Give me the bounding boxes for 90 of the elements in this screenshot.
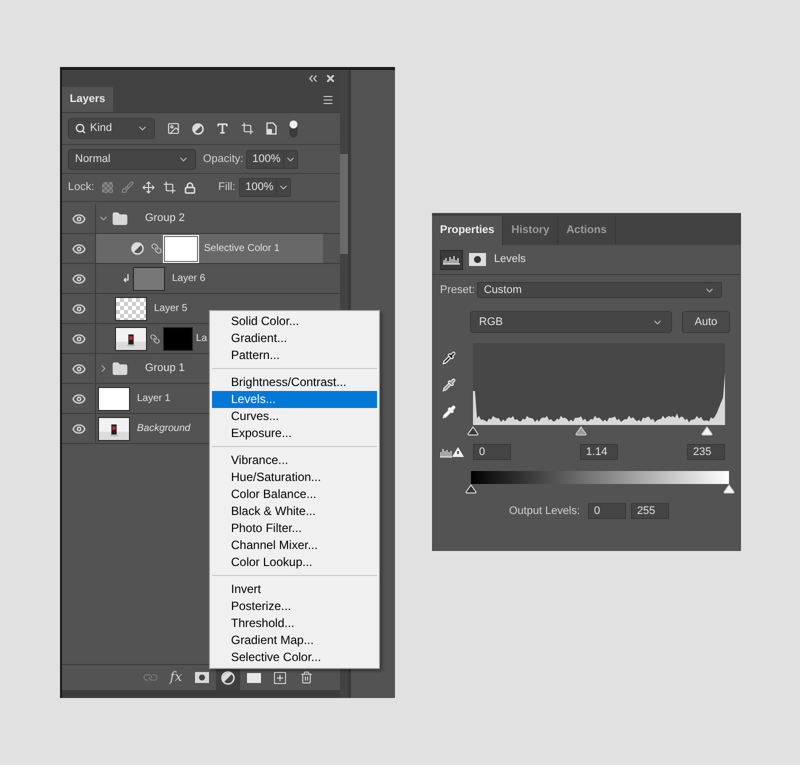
opacity-field[interactable]: 100% bbox=[246, 150, 298, 168]
layer-row[interactable]: Layer 6 bbox=[62, 264, 340, 294]
mask-icon bbox=[195, 672, 209, 683]
folder-icon bbox=[112, 360, 128, 376]
slider-handle[interactable] bbox=[723, 484, 735, 494]
slider-handle[interactable] bbox=[575, 426, 588, 436]
mask-thumbnail bbox=[163, 326, 193, 350]
fill-label: Fill: bbox=[218, 180, 236, 196]
preset-dropdown[interactable]: Custom bbox=[476, 282, 722, 298]
visibility-eye-icon[interactable] bbox=[72, 272, 86, 286]
adjustment-title: Levels bbox=[494, 252, 526, 268]
eyedropper-icon[interactable] bbox=[442, 351, 456, 365]
visibility-eye-icon[interactable] bbox=[72, 302, 86, 316]
rectangle-icon bbox=[247, 672, 261, 682]
channel-dropdown[interactable]: RGB bbox=[470, 311, 672, 333]
filter-toggle-icon[interactable] bbox=[289, 120, 298, 138]
layer-name: Layer 1 bbox=[137, 392, 170, 406]
type-filter-icon[interactable] bbox=[216, 122, 229, 135]
layer-style-button[interactable]: fx bbox=[164, 666, 188, 690]
visibility-eye-icon[interactable] bbox=[72, 422, 86, 436]
chain-link-icon bbox=[150, 334, 160, 344]
opacity-label: Opacity: bbox=[203, 152, 244, 167]
input-level-field[interactable]: 235 bbox=[687, 444, 725, 460]
scrollbar-thumb[interactable] bbox=[340, 154, 348, 254]
folder-icon bbox=[112, 210, 128, 226]
eyedropper-icon[interactable] bbox=[442, 378, 456, 392]
panel-menu-icon[interactable] bbox=[322, 94, 334, 106]
input-level-field[interactable]: 0 bbox=[473, 444, 511, 460]
adjustment-filter-icon[interactable] bbox=[192, 122, 204, 134]
clipping-warning-icon[interactable] bbox=[440, 446, 465, 458]
menu-item[interactable]: Invert bbox=[212, 581, 377, 598]
input-level-field[interactable]: 1.14 bbox=[580, 444, 618, 460]
close-icon[interactable] bbox=[327, 75, 334, 82]
lock-icon[interactable] bbox=[184, 182, 196, 194]
menu-item[interactable]: Color Lookup... bbox=[212, 554, 377, 571]
menu-item[interactable]: Threshold... bbox=[212, 615, 377, 632]
layer-name: Layer 6 bbox=[172, 272, 206, 286]
half-circle-icon bbox=[221, 670, 235, 684]
panel-tab[interactable]: Layers bbox=[62, 87, 113, 112]
trash-icon bbox=[300, 671, 312, 684]
output-levels-label: Output Levels: bbox=[509, 504, 580, 519]
collapse-icon[interactable] bbox=[309, 75, 317, 82]
layer-name: La bbox=[196, 332, 208, 346]
menu-item[interactable]: Channel Mixer... bbox=[212, 537, 377, 554]
eyedropper-icon[interactable] bbox=[442, 405, 456, 419]
adjustment-icon bbox=[131, 242, 144, 255]
panel-tab[interactable]: Actions bbox=[558, 216, 616, 245]
panel-tab[interactable]: History bbox=[503, 216, 558, 245]
output-level-field[interactable]: 255 bbox=[630, 503, 669, 520]
auto-button[interactable]: Auto bbox=[682, 311, 730, 333]
panel-tab[interactable]: Properties bbox=[432, 216, 504, 245]
horizontal-scrollbar[interactable] bbox=[62, 690, 340, 698]
image-filter-icon[interactable] bbox=[167, 122, 180, 135]
menu-item[interactable]: Photo Filter... bbox=[212, 520, 377, 537]
menu-item[interactable]: Hue/Saturation... bbox=[212, 469, 377, 486]
visibility-eye-icon[interactable] bbox=[72, 242, 86, 256]
visibility-eye-icon[interactable] bbox=[72, 212, 86, 226]
preset-label: Preset: bbox=[440, 282, 475, 298]
layer-name: Group 1 bbox=[145, 361, 185, 376]
visibility-eye-icon[interactable] bbox=[72, 332, 86, 346]
move-icon[interactable] bbox=[142, 181, 156, 194]
slider-handle[interactable] bbox=[467, 426, 479, 436]
menu-item[interactable]: Black & White... bbox=[212, 503, 377, 520]
fill-field[interactable]: 100% bbox=[239, 178, 292, 197]
layer-row[interactable]: Selective Color 1 bbox=[62, 234, 340, 264]
menu-item[interactable]: Posterize... bbox=[212, 598, 377, 615]
layer-name: Background bbox=[137, 422, 190, 436]
menu-item[interactable]: Gradient Map... bbox=[212, 632, 377, 649]
mask-icon[interactable] bbox=[469, 253, 486, 266]
slider-handle[interactable] bbox=[701, 426, 714, 436]
slider-handle[interactable] bbox=[465, 484, 477, 494]
menu-item[interactable]: Levels... bbox=[212, 391, 377, 408]
layer-name: Group 2 bbox=[145, 211, 185, 226]
visibility-eye-icon[interactable] bbox=[72, 362, 86, 376]
layer-name: Selective Color 1 bbox=[204, 242, 280, 256]
filter-dropdown[interactable]: Kind bbox=[68, 118, 155, 139]
menu-item[interactable]: Color Balance... bbox=[212, 486, 377, 503]
crop-icon[interactable] bbox=[163, 181, 176, 194]
visibility-eye-icon[interactable] bbox=[72, 392, 86, 406]
output-level-field[interactable]: 0 bbox=[588, 503, 626, 520]
blend-mode-dropdown[interactable]: Normal bbox=[68, 148, 196, 170]
chain-link-icon bbox=[151, 243, 162, 254]
layer-row[interactable]: Group 2 bbox=[62, 204, 340, 234]
search-icon bbox=[75, 123, 86, 134]
menu-item[interactable]: Vibrance... bbox=[212, 452, 377, 469]
menu-item[interactable]: Selective Color... bbox=[212, 649, 377, 666]
lock-label: Lock: bbox=[68, 180, 94, 196]
plus-square-icon bbox=[274, 672, 286, 684]
layer-name: Layer 5 bbox=[154, 302, 188, 316]
levels-icon[interactable] bbox=[440, 250, 463, 270]
